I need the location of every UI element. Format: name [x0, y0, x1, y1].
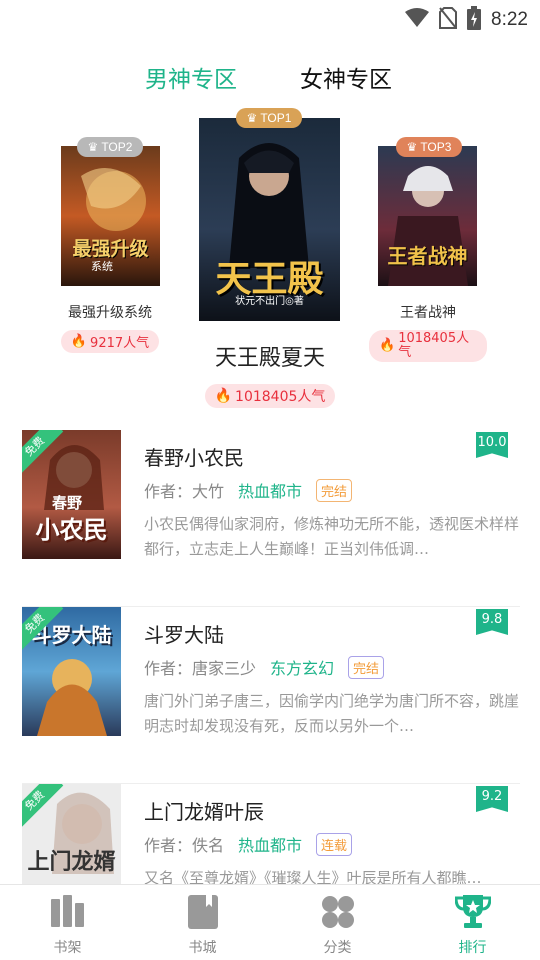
podium-title: 最强升级系统 [68, 305, 152, 321]
fire-icon: 🔥 [379, 338, 396, 353]
nav-label: 书城 [188, 940, 217, 956]
popularity-pill: 🔥 1018405人气 [369, 330, 487, 362]
book-description: 唐门外门弟子唐三，因偷学内门绝学为唐门所不容，跳崖明志时却发现没有死，反而以另外… [144, 692, 520, 735]
book-title: 斗罗大陆 [144, 623, 224, 647]
rank-badge-top2: ♛ TOP2 [77, 137, 143, 157]
book-cover: 最强升级 系统 [61, 146, 160, 286]
nav-bookstore[interactable]: 书城 [135, 885, 270, 960]
book-author: 作者：唐家三少 [144, 659, 257, 678]
book-author: 作者：佚名 [144, 836, 225, 855]
cover-title: 王者战神 [387, 244, 468, 268]
battery-charging-icon [467, 6, 482, 34]
cover-title: 小农民 [35, 516, 108, 544]
book-cover: 春野 小农民 免费 [22, 430, 121, 559]
crown-icon: ♛ [406, 140, 418, 154]
rank-label: TOP3 [420, 140, 452, 154]
nav-ranking[interactable]: 排行 [405, 885, 540, 960]
cover-title: 上门龙婿 [27, 850, 116, 875]
rank-label: TOP2 [101, 140, 133, 154]
score-badge: 9.2 [476, 786, 508, 812]
book-genre[interactable]: 东方玄幻 [270, 655, 334, 679]
nav-label: 分类 [323, 940, 352, 956]
bookshelf-icon [50, 895, 86, 933]
book-genre[interactable]: 热血都市 [238, 478, 302, 502]
rank-label: TOP1 [260, 111, 292, 125]
fire-icon: 🔥 [214, 388, 233, 404]
book-title: 春野小农民 [144, 446, 244, 470]
rank-badge-top1: ♛ TOP1 [236, 108, 302, 128]
status-badge: 完结 [316, 478, 353, 502]
book-description: 小农民偶得仙家洞府，修炼神功无所不能，透视医术样样都行，立志走上人生巅峰！正当刘… [144, 515, 520, 558]
score-badge: 9.8 [476, 609, 508, 635]
nav-label: 书架 [53, 940, 82, 956]
status-icons: 8:22 [405, 6, 528, 34]
podium-top1[interactable]: 天王殿 状元不出门◎著 ♛ TOP1 天王殿夏天 🔥 1018405人气 [195, 108, 345, 408]
book-list: 春野 小农民 免费 春野小农民 作者：大竹 热血都市 完结 小农民偶得仙家洞府，… [22, 430, 520, 960]
podium-top2[interactable]: 最强升级 系统 ♛ TOP2 最强升级系统 🔥 9217人气 [55, 137, 165, 353]
popularity-count: 1018405人气 [398, 331, 470, 360]
book-meta: 作者：佚名 热血都市 连载 [144, 832, 353, 856]
book-meta: 作者：唐家三少 东方玄幻 完结 [144, 655, 385, 679]
nav-category[interactable]: 分类 [270, 885, 405, 960]
bottom-nav: 书架 书城 分类 排行 [0, 884, 540, 960]
gender-tabs: 男神专区 女神专区 [0, 60, 540, 96]
score-badge: 10.0 [476, 432, 508, 458]
nav-label: 排行 [458, 940, 487, 956]
list-item[interactable]: 春野 小农民 免费 春野小农民 作者：大竹 热血都市 完结 小农民偶得仙家洞府，… [22, 430, 520, 607]
wifi-icon [405, 8, 430, 32]
podium-top3[interactable]: 王者战神 ♛ TOP3 王者战神 🔥 1018405人气 [368, 137, 488, 362]
status-badge: 连载 [316, 832, 353, 856]
book-cover: 王者战神 [378, 146, 477, 286]
podium-title: 王者战神 [400, 305, 456, 321]
nav-bookshelf[interactable]: 书架 [0, 885, 135, 960]
book-genre[interactable]: 热血都市 [238, 832, 302, 856]
category-icon [321, 895, 355, 933]
book-author: 作者：大竹 [144, 482, 225, 501]
popularity-pill: 🔥 1018405人气 [204, 384, 336, 408]
crown-icon: ♛ [87, 140, 99, 154]
status-time: 8:22 [491, 9, 528, 30]
tab-male-zone[interactable]: 男神专区 [145, 60, 237, 94]
book-title: 上门龙婿叶辰 [144, 800, 264, 824]
book-cover: 斗罗大陆 免费 [22, 607, 121, 736]
popularity-pill: 🔥 9217人气 [60, 330, 160, 353]
tab-female-zone[interactable]: 女神专区 [300, 60, 392, 94]
popularity-count: 9217人气 [90, 336, 150, 351]
list-item[interactable]: 斗罗大陆 免费 斗罗大陆 作者：唐家三少 东方玄幻 完结 唐门外门弟子唐三，因偷… [22, 607, 520, 784]
book-icon [187, 895, 218, 933]
cover-title: 最强升级 [72, 238, 149, 260]
popularity-count: 1018405人气 [235, 389, 326, 405]
rank-badge-top3: ♛ TOP3 [396, 137, 462, 157]
podium-title: 天王殿夏天 [214, 346, 325, 371]
fire-icon: 🔥 [70, 334, 88, 349]
book-cover: 天王殿 状元不出门◎著 [199, 118, 340, 321]
cover-author: 状元不出门◎著 [235, 296, 304, 307]
trophy-icon [453, 895, 492, 933]
crown-icon: ♛ [246, 111, 258, 125]
status-badge: 完结 [348, 655, 385, 679]
status-bar: 8:22 [0, 0, 540, 36]
cover-subtitle: 系统 [91, 260, 113, 273]
no-sim-icon [439, 7, 458, 33]
book-meta: 作者：大竹 热血都市 完结 [144, 478, 353, 502]
